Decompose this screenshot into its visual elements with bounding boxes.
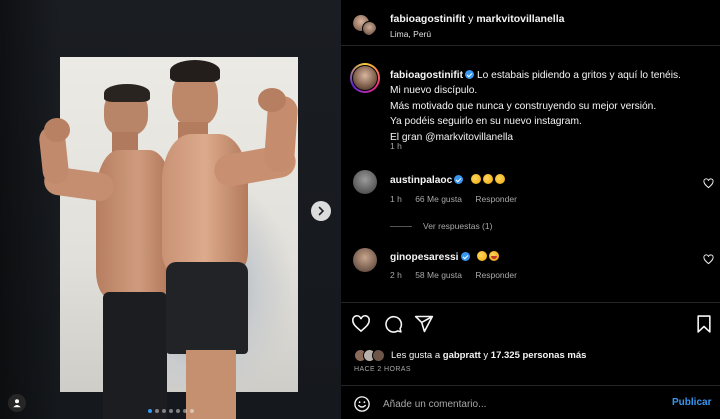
coauthor-username[interactable]: markvitovillanella bbox=[476, 13, 564, 25]
carousel-dot[interactable] bbox=[190, 409, 194, 413]
grin-emoji bbox=[489, 251, 500, 261]
clap-emoji bbox=[483, 174, 494, 184]
carousel-dot[interactable] bbox=[176, 409, 180, 413]
verified-icon bbox=[454, 175, 464, 184]
clap-emoji bbox=[477, 251, 488, 261]
caption-username[interactable]: fabioagostinifit bbox=[390, 70, 463, 81]
view-replies-label: Ver respuestas (1) bbox=[423, 221, 493, 231]
tagged-users-button[interactable] bbox=[8, 394, 26, 412]
post-authors: fabioagostinifit y markvitovillanella bbox=[390, 13, 564, 25]
smile-icon[interactable] bbox=[353, 395, 371, 413]
carousel-dot[interactable] bbox=[155, 409, 159, 413]
next-slide-button[interactable] bbox=[311, 201, 331, 221]
likes-summary: Les gusta a gabpratt y 17.325 personas m… bbox=[354, 349, 586, 362]
caption-line: El gran @markvitovillanella bbox=[390, 131, 514, 143]
comment-input[interactable] bbox=[383, 395, 653, 413]
post-location[interactable]: Lima, Perú bbox=[390, 29, 431, 39]
share-icon[interactable] bbox=[414, 314, 434, 334]
carousel-dots bbox=[148, 409, 194, 413]
wall-shadow bbox=[0, 0, 60, 419]
heart-icon[interactable] bbox=[703, 178, 714, 189]
comment-body: austinpalaoc bbox=[390, 174, 506, 186]
commenter-username[interactable]: ginopesaressi bbox=[390, 252, 459, 263]
commenter-username[interactable]: austinpalaoc bbox=[390, 175, 452, 186]
clap-emoji bbox=[495, 174, 506, 184]
clap-emoji bbox=[471, 174, 482, 184]
replies-line bbox=[390, 225, 412, 227]
comment-time[interactable]: 1 h bbox=[390, 194, 402, 204]
heart-icon[interactable] bbox=[703, 254, 714, 265]
post-caption: fabioagostinifit Lo estabais pidiendo a g… bbox=[390, 68, 710, 145]
carousel-dot[interactable] bbox=[183, 409, 187, 413]
likes-connector: y bbox=[483, 350, 489, 361]
comment-meta: 2 h 58 Me gusta Responder bbox=[390, 270, 528, 280]
post-time-ago[interactable]: HACE 2 HORAS bbox=[354, 366, 411, 373]
liker-avatar bbox=[372, 349, 385, 362]
likes-count[interactable]: 17.325 personas más bbox=[491, 350, 587, 361]
post-header: fabioagostinifit y markvitovillanella Li… bbox=[341, 0, 720, 46]
likes-prefix: Les gusta a bbox=[391, 350, 441, 361]
chevron-right-icon bbox=[318, 206, 325, 216]
comment-likes[interactable]: 66 Me gusta bbox=[415, 194, 462, 204]
post-photo[interactable] bbox=[0, 0, 341, 419]
liker-username[interactable]: gabpratt bbox=[443, 350, 481, 361]
carousel-dot[interactable] bbox=[169, 409, 173, 413]
bookmark-icon[interactable] bbox=[694, 314, 714, 334]
verified-icon bbox=[460, 252, 470, 261]
comment-meta: 1 h 66 Me gusta Responder bbox=[390, 194, 528, 204]
commenter-avatar[interactable] bbox=[353, 248, 377, 272]
caption-line: Mi nuevo discípulo. bbox=[390, 85, 478, 97]
caption-line: Más motivado que nunca y construyendo su… bbox=[390, 100, 657, 112]
comment-time[interactable]: 2 h bbox=[390, 270, 402, 280]
user-icon bbox=[13, 399, 21, 408]
carousel-dot[interactable] bbox=[148, 409, 152, 413]
post-details-panel: fabioagostinifit y markvitovillanella Li… bbox=[341, 0, 720, 419]
carousel-dot[interactable] bbox=[162, 409, 166, 413]
commenter-avatar[interactable] bbox=[353, 170, 377, 194]
comment-body: ginopesaressi bbox=[390, 251, 500, 263]
caption-time[interactable]: 1 h bbox=[390, 141, 402, 151]
comment-likes[interactable]: 58 Me gusta bbox=[415, 270, 462, 280]
comment-bar: Publicar bbox=[341, 385, 720, 419]
authors-connector: y bbox=[468, 13, 474, 25]
reply-button[interactable]: Responder bbox=[475, 270, 517, 280]
view-replies[interactable]: Ver respuestas (1) bbox=[390, 221, 492, 231]
caption-line: Ya podéis seguirlo en su nuevo instagram… bbox=[390, 116, 582, 128]
heart-icon[interactable] bbox=[351, 314, 371, 334]
author-avatar[interactable] bbox=[353, 12, 377, 36]
caption-avatar[interactable] bbox=[350, 63, 380, 93]
publish-button[interactable]: Publicar bbox=[672, 397, 711, 408]
author-username[interactable]: fabioagostinifit bbox=[390, 13, 465, 25]
caption-line: Lo estabais pidiendo a gritos y aquí lo … bbox=[477, 70, 681, 81]
verified-icon bbox=[465, 70, 475, 79]
comment-icon[interactable] bbox=[383, 314, 403, 334]
reply-button[interactable]: Responder bbox=[475, 194, 517, 204]
post-actions: Les gusta a gabpratt y 17.325 personas m… bbox=[341, 302, 720, 419]
